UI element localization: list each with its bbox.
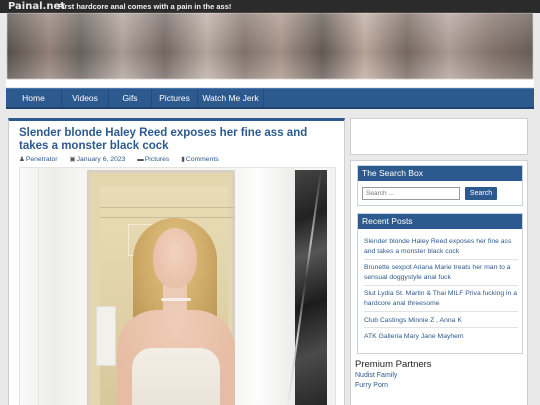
site-logo[interactable]: Painal.net: [8, 0, 65, 13]
post-category[interactable]: Pictures: [145, 155, 170, 164]
recent-post-link[interactable]: Slender blonde Haley Reed exposes her fi…: [364, 237, 518, 257]
partner-link[interactable]: Nudist Family: [355, 372, 397, 379]
divider: [364, 259, 518, 260]
nav-item-gifs[interactable]: Gifs: [109, 89, 152, 108]
post-date[interactable]: January 6, 2023: [77, 155, 126, 164]
recent-posts-widget: Recent Posts Slender blonde Haley Reed e…: [357, 213, 523, 354]
recent-post-link[interactable]: Slut Lydia St. Martin & Thai MILF Priva …: [364, 289, 518, 309]
calendar-icon: ▣: [69, 156, 76, 163]
search-widget-title: The Search Box: [358, 166, 522, 181]
folder-icon: ▬: [137, 156, 144, 163]
divider: [364, 327, 518, 328]
post-photo[interactable]: [19, 167, 336, 405]
search-input[interactable]: [362, 187, 460, 200]
divider: [364, 285, 518, 286]
recent-post-link[interactable]: ATK Galleria Mary Jane Mayhem: [364, 332, 518, 342]
top-bar: Painal.net First hardcore anal comes wit…: [0, 0, 540, 13]
partner-link[interactable]: Furry Porn: [355, 382, 388, 389]
nav-item-pictures[interactable]: Pictures: [152, 89, 198, 108]
nav-item-videos[interactable]: Videos: [62, 89, 109, 108]
post-comments[interactable]: Comments: [186, 155, 219, 164]
sidebar-ad-box: [350, 118, 528, 155]
search-button[interactable]: Search: [465, 187, 497, 200]
main-content: Slender blonde Haley Reed exposes her fi…: [8, 118, 345, 405]
divider: [364, 311, 518, 312]
recent-posts-title: Recent Posts: [358, 214, 522, 229]
main-nav: Home Videos Gifs Pictures Watch Me Jerk: [6, 88, 534, 109]
recent-post-link[interactable]: Club Castings Minnie Z , Anna K: [364, 316, 518, 326]
user-icon: ♟: [19, 156, 25, 163]
comment-icon: ▮: [181, 156, 185, 163]
post-title[interactable]: Slender blonde Haley Reed exposes her fi…: [19, 127, 339, 152]
header-banner: [6, 13, 534, 87]
nav-item-watch-me-jerk[interactable]: Watch Me Jerk: [198, 89, 264, 108]
nav-item-home[interactable]: Home: [6, 89, 62, 108]
post-meta: ♟Penetrator ▣January 6, 2023 ▬Pictures ▮…: [19, 155, 229, 164]
recent-post-link[interactable]: Brunette sexpot Ariana Marie treats her …: [364, 263, 518, 283]
post-author[interactable]: Penetrator: [26, 155, 58, 164]
partners-title: Premium Partners: [355, 359, 432, 370]
banner-image[interactable]: [7, 13, 533, 79]
site-tagline: First hardcore anal comes with a pain in…: [58, 2, 232, 11]
search-widget: The Search Box Search: [357, 165, 523, 206]
